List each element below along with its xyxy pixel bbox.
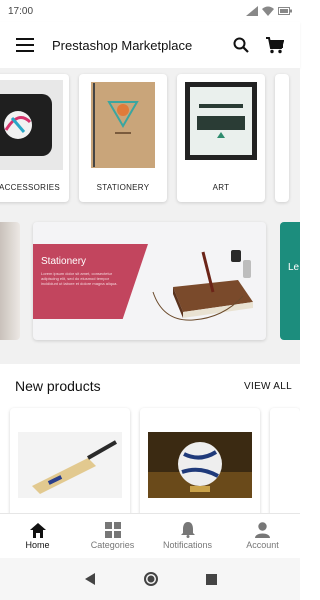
battery-icon bbox=[278, 7, 292, 15]
nav-notifications[interactable]: Notifications bbox=[150, 514, 225, 558]
status-icons bbox=[246, 6, 292, 16]
banner-next[interactable]: Le bbox=[280, 222, 300, 340]
bell-icon bbox=[180, 522, 195, 538]
nav-categories[interactable]: Categories bbox=[75, 514, 150, 558]
new-products-section: New products VIEW ALL bbox=[0, 364, 300, 513]
banner-carousel[interactable]: Stationery Lorem ipsum dolor sit amet, c… bbox=[0, 222, 300, 348]
banner-image bbox=[152, 250, 253, 321]
category-label: ACCESSORIES bbox=[0, 183, 61, 192]
category-card-stationery[interactable]: STATIONERY bbox=[79, 74, 167, 202]
category-image-accessories bbox=[0, 80, 63, 170]
app-bar: Prestashop Marketplace bbox=[0, 22, 300, 68]
category-label: ART bbox=[212, 183, 230, 192]
status-time: 17:00 bbox=[8, 5, 34, 17]
signal-icon bbox=[246, 6, 258, 16]
category-card-partial[interactable] bbox=[275, 74, 289, 202]
home-content[interactable]: ACCESSORIES STATIONERY ART Stationery Lo… bbox=[0, 68, 300, 513]
product-carousel[interactable] bbox=[10, 408, 300, 513]
nav-label: Categories bbox=[90, 540, 135, 550]
account-icon bbox=[255, 522, 270, 538]
banner-next-title: Le bbox=[288, 262, 300, 273]
product-image-soccer-ball bbox=[148, 432, 252, 498]
nav-account[interactable]: Account bbox=[225, 514, 300, 558]
category-image-stationery bbox=[85, 80, 161, 170]
new-products-header: New products VIEW ALL bbox=[15, 378, 292, 394]
bottom-navigation: Home Categories Notifications Account bbox=[0, 513, 300, 558]
product-card[interactable] bbox=[140, 408, 260, 513]
app-title: Prestashop Marketplace bbox=[52, 37, 193, 53]
banner-title: Stationery bbox=[41, 256, 87, 267]
product-image-cricket-bat bbox=[18, 432, 122, 498]
banner-stationery[interactable]: Stationery Lorem ipsum dolor sit amet, c… bbox=[33, 222, 266, 340]
recents-icon[interactable] bbox=[205, 573, 217, 585]
search-icon[interactable] bbox=[228, 32, 254, 58]
new-products-title: New products bbox=[15, 378, 101, 394]
banner-previous[interactable] bbox=[0, 222, 20, 340]
product-card[interactable] bbox=[10, 408, 130, 513]
home-icon bbox=[29, 522, 46, 538]
nav-home[interactable]: Home bbox=[0, 514, 75, 558]
category-label: STATIONERY bbox=[96, 183, 150, 192]
banner-caption: Stationery Lorem ipsum dolor sit amet, c… bbox=[33, 244, 148, 319]
menu-icon[interactable] bbox=[12, 32, 38, 58]
category-carousel[interactable]: ACCESSORIES STATIONERY ART bbox=[0, 74, 289, 202]
wifi-icon bbox=[262, 6, 274, 16]
back-icon[interactable] bbox=[84, 573, 96, 585]
home-button-icon[interactable] bbox=[143, 571, 159, 587]
category-image-art bbox=[183, 80, 259, 170]
category-card-accessories[interactable]: ACCESSORIES bbox=[0, 74, 69, 202]
nav-label: Notifications bbox=[162, 540, 213, 550]
cart-icon[interactable] bbox=[262, 32, 288, 58]
banner-text: Lorem ipsum dolor sit amet, consectetur … bbox=[41, 271, 118, 286]
category-card-art[interactable]: ART bbox=[177, 74, 265, 202]
product-card-partial[interactable] bbox=[270, 408, 300, 513]
categories-icon bbox=[104, 522, 121, 538]
status-bar: 17:00 bbox=[0, 0, 300, 22]
view-all-link[interactable]: VIEW ALL bbox=[244, 381, 292, 392]
nav-label: Home bbox=[25, 539, 50, 550]
system-navigation-bar bbox=[0, 558, 300, 600]
nav-label: Account bbox=[246, 540, 279, 550]
